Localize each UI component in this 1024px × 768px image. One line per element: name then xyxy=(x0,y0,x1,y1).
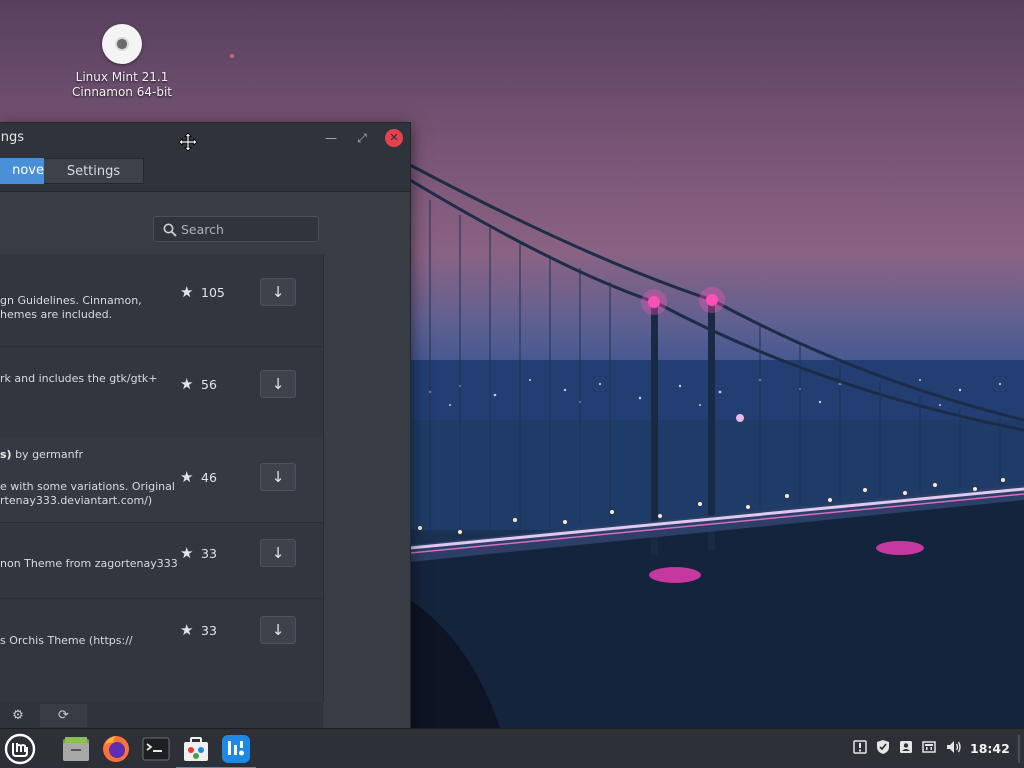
network-icon[interactable] xyxy=(920,739,938,757)
desktop-icon-computer[interactable]: Linux Mint 21.1 Cinnamon 64-bit xyxy=(66,24,178,100)
download-arrow-icon: ↓ xyxy=(271,283,285,301)
list-item[interactable]: s Orchis Theme (https:// ★ 33 ↓ xyxy=(0,598,323,702)
star-icon: ★ xyxy=(180,468,194,486)
update-manager-icon[interactable] xyxy=(851,739,869,757)
tab-manage-label: nove xyxy=(12,163,44,178)
item-description-line2: rtenay333.deviantart.com/) xyxy=(0,494,153,507)
search-icon xyxy=(163,223,177,237)
desktop-icon-label-line1: Linux Mint 21.1 xyxy=(75,70,169,84)
star-icon: ★ xyxy=(180,375,194,393)
gear-icon: ⚙ xyxy=(12,708,24,723)
list-item[interactable]: non Theme from zagortenay333 ★ 33 ↓ xyxy=(0,522,323,599)
download-button[interactable]: ↓ xyxy=(260,370,296,398)
list-item[interactable]: rk and includes the gtk/gtk+ ★ 56 ↓ xyxy=(0,346,323,439)
tab-bar: nove Settings xyxy=(0,153,410,192)
minimize-button[interactable]: — xyxy=(322,129,340,147)
disc-icon xyxy=(102,24,142,64)
taskbar-software-manager[interactable] xyxy=(176,733,216,768)
linux-mint-logo-icon xyxy=(4,733,36,765)
volume-icon[interactable] xyxy=(945,739,963,757)
software-manager-icon xyxy=(184,737,208,761)
item-score: 105 xyxy=(201,285,225,300)
item-score: 33 xyxy=(201,623,217,638)
taskbar-panel: 18:42 xyxy=(0,728,1024,768)
list-item[interactable]: gn Guidelines. Cinnamon, hemes are inclu… xyxy=(0,254,323,347)
item-description-line1: non Theme from zagortenay333 xyxy=(0,557,178,570)
tab-settings[interactable]: Settings xyxy=(44,158,144,184)
desktop-icon-label-line2: Cinnamon 64-bit xyxy=(72,85,172,99)
mint-menu-button[interactable] xyxy=(4,733,36,765)
taskbar-files-launcher[interactable] xyxy=(60,733,92,765)
item-description-line1: e with some variations. Original xyxy=(0,480,175,493)
close-button[interactable]: ✕ xyxy=(385,129,403,147)
search-box[interactable] xyxy=(153,216,319,242)
clock[interactable]: 18:42 xyxy=(970,741,1010,756)
terminal-icon xyxy=(142,737,170,761)
item-title: s) xyxy=(0,448,12,461)
themes-settings-icon xyxy=(222,735,250,763)
star-icon: ★ xyxy=(180,621,194,639)
window-titlebar[interactable]: ttings — ⤢ ✕ xyxy=(0,123,410,153)
download-arrow-icon: ↓ xyxy=(271,544,285,562)
refresh-icon: ⟳ xyxy=(58,708,69,723)
item-description-line2: hemes are included. xyxy=(0,308,113,321)
item-score: 46 xyxy=(201,470,217,485)
item-score: 33 xyxy=(201,546,217,561)
shield-icon[interactable] xyxy=(874,739,892,757)
download-arrow-icon: ↓ xyxy=(271,375,285,393)
list-item[interactable]: s) by germanfr e with some variations. O… xyxy=(0,438,323,523)
window-title: ttings xyxy=(0,130,25,145)
tab-settings-label: Settings xyxy=(66,164,121,179)
maximize-button[interactable]: ⤢ xyxy=(353,129,371,147)
refresh-button[interactable]: ⟳ xyxy=(40,704,87,727)
user-applet-icon[interactable] xyxy=(897,739,915,757)
move-cursor-icon xyxy=(178,132,198,152)
download-button[interactable]: ↓ xyxy=(260,539,296,567)
taskbar-themes-window[interactable] xyxy=(216,733,256,768)
theme-list[interactable]: gn Guidelines. Cinnamon, hemes are inclu… xyxy=(0,254,324,702)
tab-manage[interactable]: nove xyxy=(0,158,44,184)
show-desktop-button[interactable] xyxy=(1018,735,1020,763)
taskbar-firefox-launcher[interactable] xyxy=(100,733,132,765)
download-arrow-icon: ↓ xyxy=(271,468,285,486)
taskbar-terminal-launcher[interactable] xyxy=(140,733,172,765)
themes-settings-window: ttings — ⤢ ✕ nove Settings gn Guidelines… xyxy=(0,122,411,730)
download-button[interactable]: ↓ xyxy=(260,616,296,644)
search-input[interactable] xyxy=(181,220,311,238)
item-author: by germanfr xyxy=(15,448,83,461)
download-button[interactable]: ↓ xyxy=(260,463,296,491)
configure-button[interactable]: ⚙ xyxy=(0,704,36,727)
desktop: Linux Mint 21.1 Cinnamon 64-bit ttings —… xyxy=(0,0,1024,768)
item-description-line1: gn Guidelines. Cinnamon, xyxy=(0,294,142,307)
download-button[interactable]: ↓ xyxy=(260,278,296,306)
item-name: s) by germanfr xyxy=(0,448,83,461)
list-toolbar: ⚙ ⟳ xyxy=(0,702,323,729)
folder-icon xyxy=(63,737,89,761)
item-description-line1: rk and includes the gtk/gtk+ xyxy=(0,372,158,385)
firefox-icon xyxy=(103,736,129,762)
item-description-line1: s Orchis Theme (https:// xyxy=(0,634,133,647)
star-icon: ★ xyxy=(180,283,194,301)
star-icon: ★ xyxy=(180,544,194,562)
item-score: 56 xyxy=(201,377,217,392)
download-arrow-icon: ↓ xyxy=(271,621,285,639)
